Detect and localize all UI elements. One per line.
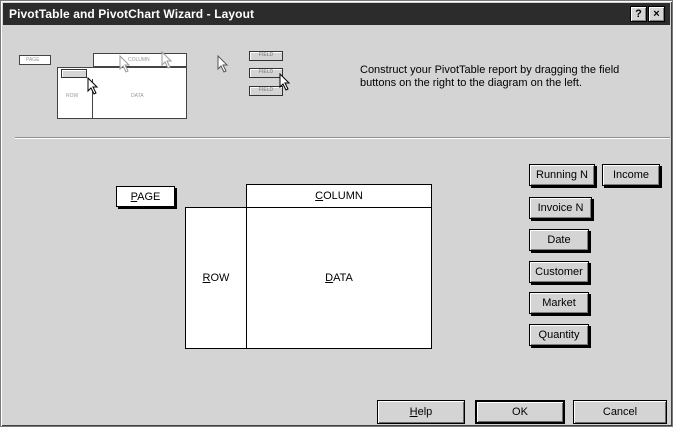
column-label: COLUMN	[315, 190, 363, 202]
mini-page-box: PAGE	[19, 55, 51, 65]
data-drop-area[interactable]: DATA	[246, 207, 432, 349]
title-bar[interactable]: PivotTable and PivotChart Wizard - Layou…	[3, 3, 670, 25]
mini-field-button: FIELD	[249, 51, 283, 61]
close-button[interactable]: ×	[648, 6, 665, 22]
column-drop-area[interactable]: COLUMN	[246, 184, 432, 208]
field-button-invoice-n[interactable]: Invoice N	[529, 197, 592, 219]
page-drop-area[interactable]: PAGE	[116, 186, 175, 207]
help-button-label: Help	[409, 406, 433, 418]
mouse-pointer-icon	[279, 73, 291, 91]
wizard-dialog: PivotTable and PivotChart Wizard - Layou…	[0, 0, 673, 427]
help-title-button[interactable]: ?	[630, 6, 647, 22]
row-drop-area[interactable]: ROW	[185, 207, 247, 349]
field-button-date[interactable]: Date	[529, 229, 589, 251]
help-button[interactable]: Help	[377, 400, 465, 424]
mouse-pointer-icon	[87, 77, 99, 95]
mini-field-chip	[61, 69, 87, 78]
row-label: ROW	[202, 272, 230, 284]
instruction-text: Construct your PivotTable report by drag…	[360, 64, 620, 89]
mouse-pointer-icon	[119, 55, 131, 73]
window-title: PivotTable and PivotChart Wizard - Layou…	[9, 7, 255, 21]
separator	[15, 137, 670, 139]
field-button-customer[interactable]: Customer	[529, 261, 589, 283]
field-button-market[interactable]: Market	[529, 292, 589, 314]
mini-data-label: DATA	[131, 93, 144, 99]
cancel-button[interactable]: Cancel	[573, 400, 667, 424]
data-label: DATA	[325, 272, 353, 284]
mini-field-button: FIELD	[249, 68, 283, 78]
mini-field-button: FIELD	[249, 86, 283, 96]
mouse-pointer-icon	[161, 51, 173, 69]
page-label: PAGE	[130, 190, 161, 203]
field-button-income[interactable]: Income	[602, 164, 660, 186]
field-button-running-n[interactable]: Running N	[529, 164, 595, 186]
mouse-pointer-icon	[217, 55, 229, 73]
ok-button[interactable]: OK	[475, 400, 565, 424]
field-button-quantity[interactable]: Quantity	[529, 324, 589, 346]
